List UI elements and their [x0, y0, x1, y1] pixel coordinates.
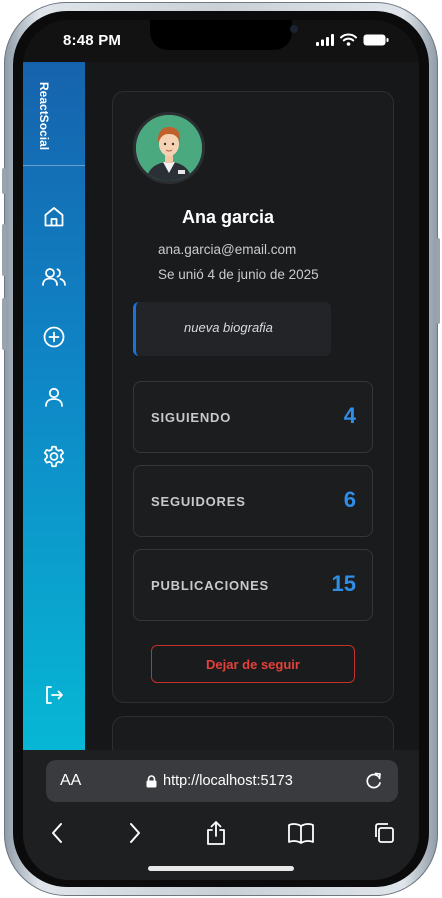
reload-icon: [366, 772, 381, 789]
sidebar: ReactSocial: [23, 62, 85, 750]
stat-value: 6: [343, 487, 356, 512]
url-text: http://localhost:5173: [163, 773, 293, 789]
volume-down-button: [2, 298, 6, 350]
forward-button[interactable]: [120, 818, 150, 848]
stat-posts[interactable]: PUBLICACIONES 15: [133, 549, 373, 621]
unfollow-button[interactable]: Dejar de seguir: [151, 645, 355, 683]
stat-label: SEGUIDORES: [151, 494, 246, 509]
sidebar-divider: [23, 165, 85, 166]
wifi-icon: [340, 33, 357, 46]
power-button: [436, 238, 440, 324]
brand-logo[interactable]: ReactSocial: [31, 82, 51, 150]
home-icon: [44, 207, 64, 227]
main-content: Ana garcia ana.garcia@email.com Se unió …: [85, 62, 419, 776]
notch: [150, 20, 298, 50]
home-indicator: [148, 866, 294, 871]
mute-switch: [2, 168, 6, 194]
front-camera: [290, 25, 298, 33]
stat-value: 15: [331, 571, 356, 596]
avatar[interactable]: [133, 112, 205, 184]
logout-icon: [46, 686, 63, 704]
url-display[interactable]: http://localhost:5173: [146, 773, 293, 789]
volume-up-button: [2, 224, 6, 276]
bio-box: nueva biografia: [133, 302, 331, 356]
share-button[interactable]: [201, 818, 231, 848]
profile-joined-date: Se unió 4 de junio de 2025: [158, 267, 319, 282]
tabs-icon: [375, 823, 394, 843]
book-icon: [288, 823, 314, 844]
chevron-right-icon: [130, 823, 140, 843]
back-button[interactable]: [42, 818, 72, 848]
address-bar[interactable]: AA http://localhost:5173: [46, 760, 398, 802]
text-size-button[interactable]: AA: [60, 772, 81, 790]
stat-label: PUBLICACIONES: [151, 578, 270, 593]
browser-toolbar: [23, 818, 419, 848]
battery-icon: [363, 34, 389, 45]
stat-label: SIGUIENDO: [151, 410, 232, 425]
tabs-button[interactable]: [369, 818, 399, 848]
plus-circle-icon: [43, 326, 65, 348]
chevron-left-icon: [52, 823, 62, 843]
stat-followers[interactable]: SEGUIDORES 6: [133, 465, 373, 537]
profile-card: Ana garcia ana.garcia@email.com Se unió …: [112, 91, 394, 703]
sidebar-item-home[interactable]: [39, 202, 69, 232]
avatar-image: [136, 115, 202, 181]
logout-button[interactable]: [39, 680, 69, 710]
sidebar-item-settings[interactable]: [39, 442, 69, 472]
status-icons: [316, 33, 389, 46]
status-time: 8:48 PM: [63, 32, 122, 49]
reload-button[interactable]: [362, 769, 386, 793]
bio-text: nueva biografia: [184, 320, 273, 335]
status-bar: 8:48 PM: [23, 20, 419, 64]
screen: 8:48 PM ReactSocial Ana garcia ana.garci…: [23, 20, 419, 880]
sidebar-item-profile[interactable]: [39, 382, 69, 412]
users-icon: [42, 268, 66, 286]
lock-icon: [146, 774, 157, 787]
stat-following[interactable]: SIGUIENDO 4: [133, 381, 373, 453]
sidebar-item-friends[interactable]: [39, 262, 69, 292]
stat-value: 4: [343, 403, 356, 428]
signal-icon: [316, 33, 334, 46]
bookmarks-button[interactable]: [286, 818, 316, 848]
browser-bar: AA http://localhost:5173: [23, 750, 419, 880]
profile-email: ana.garcia@email.com: [158, 242, 297, 257]
share-icon: [207, 821, 225, 845]
gear-icon: [43, 445, 65, 468]
profile-name: Ana garcia: [182, 207, 275, 227]
sidebar-item-create[interactable]: [39, 322, 69, 352]
user-icon: [45, 387, 63, 407]
